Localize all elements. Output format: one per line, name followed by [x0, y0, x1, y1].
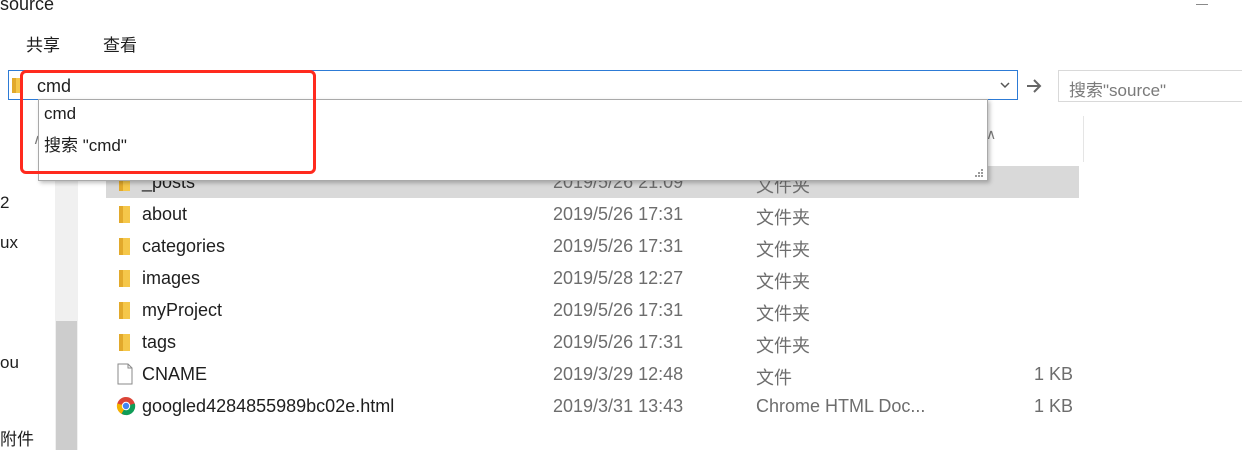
tab-share[interactable]: 共享 — [26, 31, 60, 56]
file-date: 2019/3/29 12:48 — [553, 364, 684, 384]
folder-icon — [12, 78, 22, 93]
tab-view[interactable]: 查看 — [103, 31, 137, 56]
column-divider — [1083, 116, 1084, 162]
minimize-icon[interactable] — [1196, 4, 1208, 5]
file-date: 2019/5/26 17:31 — [553, 204, 684, 224]
file-date: 2019/5/26 17:31 — [553, 332, 684, 352]
file-row[interactable]: googled4284855989bc02e.html 2019/3/31 13:… — [106, 390, 1079, 422]
file-type: 文件夹 — [756, 240, 810, 260]
file-name: about — [142, 204, 188, 224]
file-name: myProject — [142, 300, 223, 320]
window-title: source — [0, 0, 55, 14]
resize-grip-icon[interactable] — [973, 167, 983, 177]
file-type: 文件夹 — [756, 272, 810, 292]
folder-icon — [116, 269, 134, 287]
autocomplete-popup: cmd 搜索 "cmd" — [38, 99, 988, 181]
file-type: Chrome HTML Doc... — [756, 396, 926, 416]
file-type: 文件 — [756, 368, 792, 388]
file-size: 1 KB — [1033, 364, 1073, 384]
file-name: images — [142, 268, 201, 288]
nav-item-label[interactable]: ux — [0, 233, 18, 253]
chevron-down-icon[interactable] — [998, 78, 1012, 92]
nav-item-label[interactable]: 附件 — [0, 425, 34, 450]
file-name: categories — [142, 236, 226, 256]
file-row[interactable]: images 2019/5/28 12:27 文件夹 — [106, 262, 1079, 294]
file-row[interactable]: categories 2019/5/26 17:31 文件夹 — [106, 230, 1079, 262]
file-date: 2019/5/26 17:31 — [553, 236, 684, 256]
file-row[interactable]: tags 2019/5/26 17:31 文件夹 — [106, 326, 1079, 358]
autocomplete-item[interactable]: cmd — [44, 104, 76, 124]
file-type: 文件夹 — [756, 304, 810, 324]
file-icon — [116, 363, 134, 385]
nav-scrollbar-thumb[interactable] — [56, 321, 77, 450]
autocomplete-item-search[interactable]: 搜索 "cmd" — [44, 131, 127, 156]
file-size: 1 KB — [1033, 396, 1073, 416]
file-date: 2019/5/28 12:27 — [553, 268, 684, 288]
file-date: 2019/3/31 13:43 — [553, 396, 684, 416]
chrome-icon — [116, 397, 136, 416]
file-type: 文件夹 — [756, 336, 810, 356]
nav-item-label[interactable]: 2 — [0, 193, 9, 213]
file-row[interactable]: CNAME 2019/3/29 12:48 文件 1 KB — [106, 358, 1079, 390]
go-arrow-icon[interactable] — [1024, 76, 1044, 96]
nav-item-label[interactable]: ou — [0, 353, 19, 373]
folder-icon — [116, 333, 134, 351]
file-row[interactable]: myProject 2019/5/26 17:31 文件夹 — [106, 294, 1079, 326]
folder-icon — [116, 301, 134, 319]
file-date: 2019/5/26 17:31 — [553, 300, 684, 320]
file-name: tags — [142, 332, 177, 352]
folder-icon — [116, 237, 134, 255]
search-placeholder[interactable]: 搜索"source" — [1069, 76, 1166, 101]
file-name: CNAME — [142, 364, 208, 384]
file-name: googled4284855989bc02e.html — [142, 396, 395, 416]
folder-icon — [116, 205, 134, 223]
file-row[interactable]: about 2019/5/26 17:31 文件夹 — [106, 198, 1079, 230]
file-type: 文件夹 — [756, 208, 810, 228]
address-input[interactable] — [30, 74, 937, 98]
